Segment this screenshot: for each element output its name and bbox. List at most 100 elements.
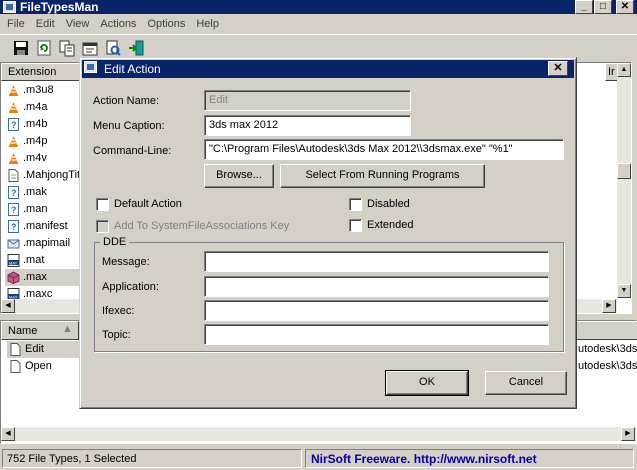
list-item[interactable]: .m3u8	[5, 82, 85, 99]
extension-label: .m4a	[23, 101, 48, 113]
dialog-title-bar: Edit Action	[82, 60, 574, 78]
menu-caption-label: Menu Caption:	[93, 120, 165, 132]
scroll-left-button[interactable]: ◀	[1, 299, 15, 313]
application-label: Application:	[102, 281, 159, 293]
list-item[interactable]: .max	[5, 269, 85, 286]
action-name: Open	[25, 360, 52, 372]
horizontal-scrollbar-2[interactable]: ◀ ▶	[1, 427, 636, 441]
scroll-right-button-2[interactable]: ▶	[621, 427, 635, 441]
action-name: Edit	[25, 343, 44, 355]
cancel-button[interactable]: Cancel	[485, 371, 567, 395]
svg-text:MAT: MAT	[9, 261, 18, 266]
close-button[interactable]: ✕	[616, 0, 634, 14]
vlc-icon	[9, 136, 18, 147]
menu-help[interactable]: Help	[189, 15, 223, 30]
app-icon	[3, 1, 16, 13]
svg-text:?: ?	[11, 188, 17, 198]
edit-action-dialog: Edit Action ✕ Action Name: Edit Menu Cap…	[79, 57, 577, 409]
find-icon[interactable]	[104, 39, 122, 57]
unknown-file-icon: ?	[8, 220, 19, 233]
minimize-button[interactable]: _	[575, 0, 593, 14]
unknown-file-icon: ?	[8, 186, 19, 199]
default-action-label[interactable]: Default Action	[114, 198, 182, 210]
list-item[interactable]: .m4a	[5, 99, 85, 116]
ok-button[interactable]: OK	[385, 370, 469, 396]
menu-file[interactable]: File	[0, 15, 29, 30]
dialog-close-button[interactable]: ✕	[548, 61, 568, 76]
exit-icon[interactable]	[127, 39, 145, 57]
list-item[interactable]: .MahjongTitans	[5, 167, 85, 184]
list-item[interactable]: .mapimail	[5, 235, 85, 252]
list-item[interactable]: ? .man	[5, 201, 85, 218]
extended-checkbox[interactable]	[349, 219, 362, 232]
list-item[interactable]: .m4v	[5, 150, 85, 167]
list-item[interactable]: ? .m4b	[5, 116, 85, 133]
disabled-checkbox[interactable]	[349, 198, 362, 211]
extension-label: .mak	[23, 186, 47, 198]
menu-caption-field[interactable]: 3ds max 2012	[204, 115, 411, 136]
vertical-scrollbar[interactable]: ▲ ▼	[617, 63, 631, 298]
scroll-right-button[interactable]: ▶	[602, 299, 616, 313]
column-header-extension[interactable]: Extension	[1, 63, 81, 81]
svg-text:?: ?	[11, 205, 17, 215]
ifexec-field[interactable]	[204, 300, 549, 321]
scroll-down-button[interactable]: ▼	[617, 284, 631, 298]
list-item[interactable]: .m4p	[5, 133, 85, 150]
scroll-thumb[interactable]	[617, 163, 631, 179]
3dsmax-icon	[7, 271, 20, 284]
mat-icon: MAT	[7, 254, 20, 267]
add-sysassoc-label: Add To SystemFileAssociations Key	[114, 220, 290, 232]
message-label: Message:	[102, 256, 150, 268]
mail-icon	[7, 239, 20, 249]
add-sysassoc-checkbox	[96, 220, 109, 233]
topic-field[interactable]	[204, 324, 549, 345]
column-header-name[interactable]: Name ▲	[1, 321, 79, 340]
action-name-label: Action Name:	[93, 95, 160, 107]
column-header-name-label: Name	[8, 325, 38, 337]
extended-label[interactable]: Extended	[367, 219, 413, 231]
default-action-checkbox[interactable]	[96, 198, 109, 211]
copy-icon[interactable]	[58, 39, 76, 57]
document-icon	[10, 360, 21, 373]
extension-label: .MahjongTitans	[23, 169, 85, 181]
browse-button[interactable]: Browse...	[204, 164, 274, 188]
extension-label: .m4v	[23, 152, 47, 164]
vlc-icon	[9, 153, 18, 164]
action-row-open[interactable]: Open	[7, 358, 79, 375]
status-bar: 752 File Types, 1 Selected NirSoft Freew…	[0, 448, 637, 470]
list-item[interactable]: ? .mak	[5, 184, 85, 201]
ifexec-label: Ifexec:	[102, 305, 135, 317]
vlc-icon	[9, 102, 18, 113]
document-icon	[8, 169, 19, 182]
action-command-cell: utodesk\3ds	[578, 360, 637, 372]
select-running-programs-button[interactable]: Select From Running Programs	[280, 164, 485, 188]
refresh-icon[interactable]	[35, 39, 53, 57]
window-title-bar: FileTypesMan	[0, 0, 637, 14]
list-item[interactable]: ? .manifest	[5, 218, 85, 235]
extension-label: .max	[23, 271, 47, 283]
svg-text:?: ?	[11, 120, 17, 130]
save-icon[interactable]	[12, 39, 30, 57]
dialog-title: Edit Action	[104, 62, 161, 76]
message-field[interactable]	[204, 251, 549, 272]
list-item[interactable]: MAT .mat	[5, 252, 85, 269]
window-title: FileTypesMan	[20, 0, 99, 14]
sort-arrow-icon: ▲	[62, 323, 73, 335]
menu-actions[interactable]: Actions	[93, 15, 140, 30]
nirsoft-link[interactable]: NirSoft Freeware. http://www.nirsoft.net	[305, 449, 634, 468]
scroll-up-button[interactable]: ▲	[617, 63, 631, 77]
menu-edit[interactable]: Edit	[29, 15, 59, 30]
scroll-left-button-2[interactable]: ◀	[1, 427, 15, 441]
maximize-button[interactable]: □	[594, 0, 612, 14]
menu-options[interactable]: Options	[140, 15, 189, 30]
properties-icon[interactable]	[81, 39, 99, 57]
svg-text:?: ?	[11, 222, 17, 232]
application-field[interactable]	[204, 276, 549, 297]
disabled-label[interactable]: Disabled	[367, 198, 410, 210]
extension-label: .mapimail	[23, 237, 71, 249]
menu-view[interactable]: View	[59, 15, 94, 30]
unknown-file-icon: ?	[8, 203, 19, 216]
status-count: 752 File Types, 1 Selected	[2, 449, 302, 468]
action-row-edit[interactable]: Edit	[7, 341, 79, 358]
command-line-field[interactable]: "C:\Program Files\Autodesk\3ds Max 2012\…	[204, 139, 564, 160]
